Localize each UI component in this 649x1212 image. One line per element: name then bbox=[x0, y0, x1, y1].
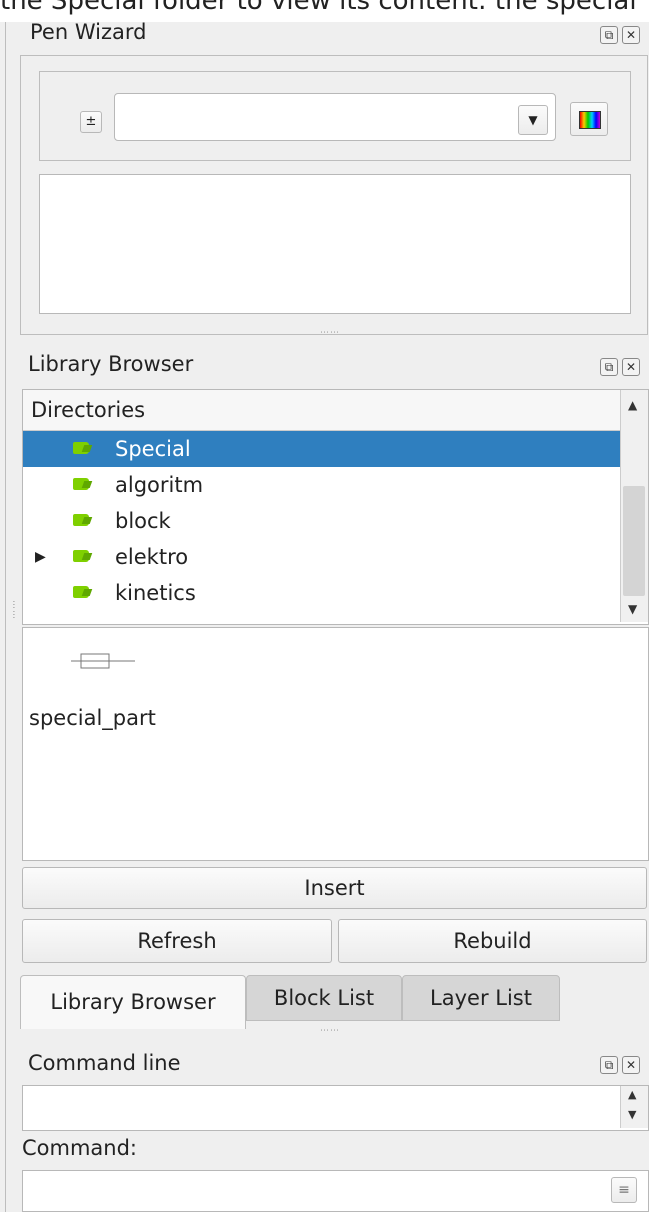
insert-button[interactable]: Insert bbox=[22, 867, 647, 909]
chevron-down-icon[interactable]: ▼ bbox=[518, 105, 548, 135]
splitter-handle[interactable]: ⋯⋯ bbox=[320, 328, 340, 338]
scroll-down-icon[interactable]: ▼ bbox=[628, 1108, 636, 1121]
scroll-up-icon[interactable]: ▲ bbox=[628, 398, 637, 412]
folder-icon bbox=[73, 550, 89, 562]
tree-item-label: kinetics bbox=[115, 581, 196, 605]
color-swatch-icon bbox=[579, 111, 601, 129]
scroll-up-icon[interactable]: ▲ bbox=[628, 1088, 636, 1101]
tree-item-label: Special bbox=[115, 437, 191, 461]
close-icon[interactable]: ✕ bbox=[622, 358, 640, 376]
tab-layer-list[interactable]: Layer List bbox=[402, 975, 560, 1021]
tree-scrollbar[interactable]: ▲ ▼ bbox=[620, 390, 648, 622]
directories-header-label: Directories bbox=[31, 398, 146, 422]
scroll-down-icon[interactable]: ▼ bbox=[628, 602, 637, 616]
tab-library-browser[interactable]: Library Browser bbox=[20, 975, 246, 1029]
directories-tree: Directories Special algoritm block ▶ ele… bbox=[22, 389, 649, 625]
tree-item-elektro[interactable]: ▶ elektro bbox=[23, 539, 620, 575]
pen-wizard-panel: ± ▼ bbox=[20, 55, 648, 335]
float-icon[interactable]: ⧉ bbox=[600, 26, 618, 44]
document-text-clip: the Special folder to view its content: … bbox=[0, 0, 649, 22]
command-label: Command: bbox=[22, 1136, 138, 1160]
tab-block-list[interactable]: Block List bbox=[246, 975, 402, 1021]
scrollbar-thumb[interactable] bbox=[623, 486, 645, 596]
tree-item-label: block bbox=[115, 509, 171, 533]
command-history: ▲ ▼ bbox=[22, 1085, 649, 1131]
menu-icon[interactable]: ≡ bbox=[611, 1177, 637, 1203]
color-swatch-button[interactable] bbox=[570, 102, 608, 136]
tree-item-label: elektro bbox=[115, 545, 189, 569]
document-text: the Special folder to view its content: … bbox=[0, 0, 637, 16]
command-dock-buttons: ⧉ ✕ bbox=[600, 1056, 640, 1074]
splitter-handle[interactable]: ⋯⋯ bbox=[320, 1026, 340, 1036]
tree-item-algoritm[interactable]: algoritm bbox=[23, 467, 620, 503]
library-dock-buttons: ⧉ ✕ bbox=[600, 358, 640, 376]
float-icon[interactable]: ⧉ bbox=[600, 358, 618, 376]
directories-header: Directories bbox=[23, 390, 620, 431]
expand-arrow-icon[interactable]: ▶ bbox=[35, 539, 46, 575]
tree-item-block[interactable]: block bbox=[23, 503, 620, 539]
command-line-title: Command line bbox=[28, 1051, 181, 1075]
part-thumbnail-icon[interactable] bbox=[71, 650, 135, 672]
folder-icon bbox=[73, 478, 89, 490]
close-icon[interactable]: ✕ bbox=[622, 1056, 640, 1074]
pen-wizard-dock-buttons: ⧉ ✕ bbox=[600, 26, 640, 44]
close-icon[interactable]: ✕ bbox=[622, 26, 640, 44]
pen-wizard-title: Pen Wizard bbox=[30, 20, 147, 44]
folder-icon bbox=[73, 442, 89, 454]
pen-combo[interactable] bbox=[114, 93, 556, 141]
library-preview-area: special_part bbox=[22, 627, 649, 861]
command-input[interactable]: ≡ bbox=[22, 1170, 649, 1212]
command-history-scrollbar[interactable]: ▲ ▼ bbox=[620, 1086, 648, 1128]
tree-item-special[interactable]: Special bbox=[23, 431, 620, 467]
folder-icon bbox=[73, 586, 89, 598]
library-browser-title: Library Browser bbox=[28, 352, 194, 376]
pen-size-button[interactable]: ± bbox=[80, 111, 102, 133]
preview-item-label: special_part bbox=[29, 706, 156, 730]
pen-wizard-toolbar: ± ▼ bbox=[39, 71, 631, 161]
rebuild-button[interactable]: Rebuild bbox=[338, 919, 647, 963]
tree-item-kinetics[interactable]: kinetics bbox=[23, 575, 620, 611]
dock-border bbox=[5, 22, 6, 1212]
pen-preview-area bbox=[39, 174, 631, 314]
tree-item-label: algoritm bbox=[115, 473, 204, 497]
folder-icon bbox=[73, 514, 89, 526]
refresh-button[interactable]: Refresh bbox=[22, 919, 332, 963]
side-splitter-handle[interactable]: ⋯⋯ bbox=[8, 600, 18, 620]
float-icon[interactable]: ⧉ bbox=[600, 1056, 618, 1074]
